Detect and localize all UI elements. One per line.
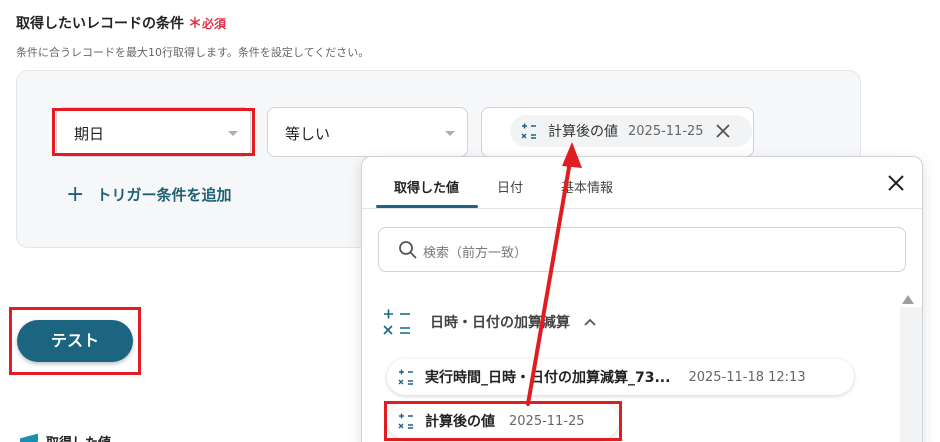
chevron-down-icon (445, 131, 455, 136)
picker-tabs: 取得した値 日付 基本情報 (362, 157, 922, 209)
tab-basic-info[interactable]: 基本情報 (561, 177, 613, 196)
section-icon (20, 433, 38, 442)
field-select[interactable]: 期日 (56, 107, 251, 157)
calc-icon (383, 309, 410, 335)
group-header[interactable]: 日時・日付の加算減算 (382, 307, 596, 337)
list-item-date: 2025-11-18 12:13 (688, 369, 806, 385)
list-item-label: 実行時間_日時・日付の加算減算_73... (425, 370, 671, 386)
operator-select[interactable]: 等しい (267, 107, 468, 157)
value-picker-dropdown: 取得した値 日付 基本情報 検索（前方一致） 日時・日付の加算減算 実行時間_日… (361, 156, 923, 442)
search-input[interactable]: 検索（前方一致） (378, 227, 906, 272)
calc-icon (398, 369, 413, 385)
list-item-label: 計算後の値 (425, 414, 495, 430)
required-mark: ＊ (188, 16, 202, 32)
add-trigger-condition-button[interactable]: + トリガー条件を追加 (66, 181, 232, 207)
section-title-text: 取得したいレコードの条件 (16, 16, 184, 32)
active-tab-indicator (376, 205, 478, 208)
close-icon[interactable] (886, 173, 906, 193)
value-chip-date: 2025-11-25 (628, 123, 704, 139)
list-item[interactable]: 実行時間_日時・日付の加算減算_73... 2025-11-18 12:13 (387, 359, 854, 395)
calc-icon (398, 413, 413, 429)
operator-select-value: 等しい (285, 125, 331, 143)
field-select-value: 期日 (74, 125, 105, 143)
scroll-up-icon[interactable] (902, 295, 914, 304)
calc-icon (521, 123, 536, 139)
value-chip-label: 計算後の値 (548, 124, 618, 140)
chevron-up-icon (584, 318, 596, 326)
next-section-title: 取得した値 (46, 432, 126, 442)
search-icon (399, 241, 417, 259)
tab-date[interactable]: 日付 (497, 177, 523, 196)
group-label: 日時・日付の加算減算 (430, 315, 570, 331)
search-placeholder: 検索（前方一致） (423, 246, 528, 261)
tab-retrieved-values[interactable]: 取得した値 (394, 177, 459, 196)
list-item-date: 2025-11-25 (509, 413, 585, 429)
list-item[interactable]: 計算後の値 2025-11-25 (387, 403, 619, 439)
required-label: 必須 (202, 17, 227, 31)
scrollbar[interactable] (900, 307, 922, 442)
chevron-down-icon (228, 131, 238, 136)
test-button[interactable]: テスト (17, 320, 133, 362)
value-chip[interactable]: 計算後の値 2025-11-25 (510, 115, 752, 147)
add-trigger-condition-label: トリガー条件を追加 (96, 186, 232, 204)
remove-chip-icon[interactable] (715, 124, 730, 138)
section-title: 取得したいレコードの条件 ＊必須 (16, 13, 226, 33)
plus-icon: + (66, 181, 85, 207)
section-description: 条件に合うレコードを最大10行取得します。条件を設定してください。 (16, 46, 370, 59)
